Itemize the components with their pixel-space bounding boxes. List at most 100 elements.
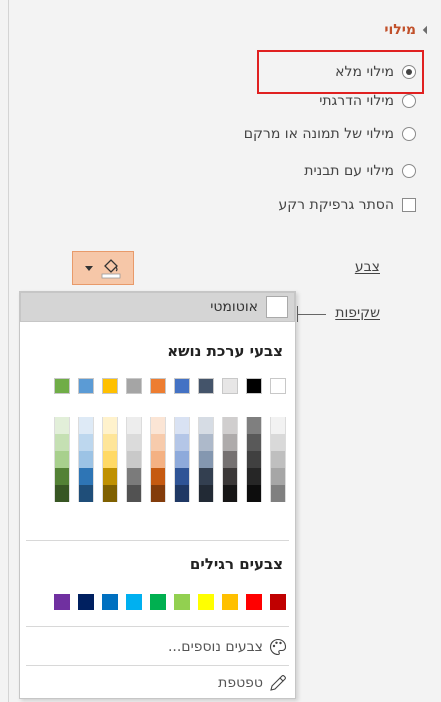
- theme-shade-swatch[interactable]: [150, 417, 166, 434]
- theme-shade-swatch[interactable]: [54, 468, 70, 485]
- fill-section-header[interactable]: מילוי: [384, 22, 432, 38]
- theme-shade-swatch[interactable]: [54, 434, 70, 451]
- option-picture-fill[interactable]: מילוי של תמונה או מרקם: [244, 123, 416, 145]
- theme-shade-swatch[interactable]: [150, 451, 166, 468]
- theme-shade-swatch[interactable]: [222, 451, 238, 468]
- theme-shade-swatch[interactable]: [150, 468, 166, 485]
- theme-shade-swatch[interactable]: [78, 417, 94, 434]
- theme-shade-swatch[interactable]: [126, 485, 142, 502]
- theme-shade-swatch[interactable]: [246, 417, 262, 434]
- more-colors-item[interactable]: צבעים נוספים...: [168, 638, 287, 656]
- theme-shade-swatch[interactable]: [102, 417, 118, 434]
- standard-color-swatch[interactable]: [102, 594, 118, 610]
- theme-shade-swatch[interactable]: [174, 451, 190, 468]
- standard-color-swatch[interactable]: [54, 594, 70, 610]
- theme-shade-swatch[interactable]: [78, 451, 94, 468]
- theme-shade-swatch[interactable]: [54, 485, 70, 502]
- theme-shade-swatch[interactable]: [198, 434, 214, 451]
- standard-color-swatch[interactable]: [150, 594, 166, 610]
- theme-shade-swatch[interactable]: [126, 434, 142, 451]
- shade-column: [102, 417, 118, 502]
- theme-shade-swatch[interactable]: [198, 485, 214, 502]
- transparency-slider[interactable]: [298, 314, 326, 315]
- theme-color-swatch[interactable]: [126, 378, 142, 394]
- theme-shade-swatch[interactable]: [222, 434, 238, 451]
- eyedropper-item[interactable]: טפטפת: [218, 674, 287, 692]
- theme-shade-swatch[interactable]: [54, 417, 70, 434]
- theme-color-swatch[interactable]: [174, 378, 190, 394]
- shade-column: [150, 417, 166, 502]
- theme-shade-swatch[interactable]: [102, 485, 118, 502]
- theme-color-swatch[interactable]: [150, 378, 166, 394]
- chevron-down-icon[interactable]: [85, 265, 93, 271]
- theme-shade-swatch[interactable]: [174, 434, 190, 451]
- eyedropper-label: טפטפת: [218, 675, 263, 691]
- theme-color-swatch[interactable]: [246, 378, 262, 394]
- shade-column: [78, 417, 94, 502]
- shade-column: [198, 417, 214, 502]
- radio-button[interactable]: [402, 94, 416, 108]
- standard-color-swatch[interactable]: [126, 594, 142, 610]
- radio-button[interactable]: [402, 65, 416, 79]
- standard-colors-title: צבעים רגילים: [189, 555, 283, 573]
- theme-color-swatch[interactable]: [270, 378, 286, 394]
- radio-button[interactable]: [402, 164, 416, 178]
- automatic-color-option[interactable]: אוטומטי: [20, 292, 295, 322]
- theme-shade-swatch[interactable]: [126, 451, 142, 468]
- theme-shade-swatch[interactable]: [246, 485, 262, 502]
- shade-column: [222, 417, 238, 502]
- theme-color-swatch[interactable]: [102, 378, 118, 394]
- standard-color-swatch[interactable]: [222, 594, 238, 610]
- option-label: מילוי הדרגתי: [319, 93, 394, 109]
- theme-color-swatch[interactable]: [222, 378, 238, 394]
- theme-color-swatch[interactable]: [54, 378, 70, 394]
- theme-shade-swatch[interactable]: [78, 468, 94, 485]
- theme-shade-swatch[interactable]: [174, 485, 190, 502]
- theme-shade-swatch[interactable]: [222, 417, 238, 434]
- triangle-expand-icon[interactable]: [422, 25, 432, 35]
- theme-shade-swatch[interactable]: [102, 434, 118, 451]
- option-gradient-fill[interactable]: מילוי הדרגתי: [319, 90, 416, 112]
- theme-shade-swatch[interactable]: [78, 485, 94, 502]
- theme-color-swatch[interactable]: [78, 378, 94, 394]
- theme-shade-swatch[interactable]: [246, 468, 262, 485]
- theme-shade-swatch[interactable]: [126, 417, 142, 434]
- theme-shade-swatch[interactable]: [54, 451, 70, 468]
- theme-color-swatch[interactable]: [198, 378, 214, 394]
- theme-shade-swatch[interactable]: [102, 468, 118, 485]
- standard-color-swatch[interactable]: [270, 594, 286, 610]
- theme-shade-swatch[interactable]: [198, 451, 214, 468]
- checkbox[interactable]: [402, 198, 416, 212]
- palette-icon: [269, 638, 287, 656]
- standard-color-swatch[interactable]: [174, 594, 190, 610]
- theme-shade-swatch[interactable]: [270, 468, 286, 485]
- radio-button[interactable]: [402, 127, 416, 141]
- fill-color-button[interactable]: [72, 251, 134, 285]
- theme-shade-swatch[interactable]: [222, 468, 238, 485]
- theme-shade-swatch[interactable]: [270, 417, 286, 434]
- theme-shade-swatch[interactable]: [270, 434, 286, 451]
- theme-shade-swatch[interactable]: [174, 417, 190, 434]
- option-hide-background[interactable]: הסתר גרפיקת רקע: [278, 194, 416, 216]
- theme-shade-swatch[interactable]: [78, 434, 94, 451]
- theme-shade-swatch[interactable]: [270, 451, 286, 468]
- standard-color-swatch[interactable]: [198, 594, 214, 610]
- option-solid-fill[interactable]: מילוי מלא: [335, 61, 416, 83]
- theme-shade-swatch[interactable]: [150, 485, 166, 502]
- theme-shade-swatch[interactable]: [222, 485, 238, 502]
- theme-shade-swatch[interactable]: [198, 468, 214, 485]
- option-pattern-fill[interactable]: מילוי עם תבנית: [304, 160, 416, 182]
- theme-shade-swatch[interactable]: [246, 434, 262, 451]
- theme-shade-swatch[interactable]: [150, 434, 166, 451]
- theme-shade-swatch[interactable]: [198, 417, 214, 434]
- theme-shade-swatch[interactable]: [246, 451, 262, 468]
- standard-color-swatch[interactable]: [78, 594, 94, 610]
- eyedropper-icon: [269, 674, 287, 692]
- theme-shade-swatch[interactable]: [102, 451, 118, 468]
- theme-shade-swatch[interactable]: [174, 468, 190, 485]
- standard-color-swatch[interactable]: [246, 594, 262, 610]
- theme-shade-swatch[interactable]: [126, 468, 142, 485]
- theme-shade-swatch[interactable]: [270, 485, 286, 502]
- more-colors-label: צבעים נוספים...: [167, 639, 263, 655]
- transparency-label: שקיפות: [335, 305, 380, 321]
